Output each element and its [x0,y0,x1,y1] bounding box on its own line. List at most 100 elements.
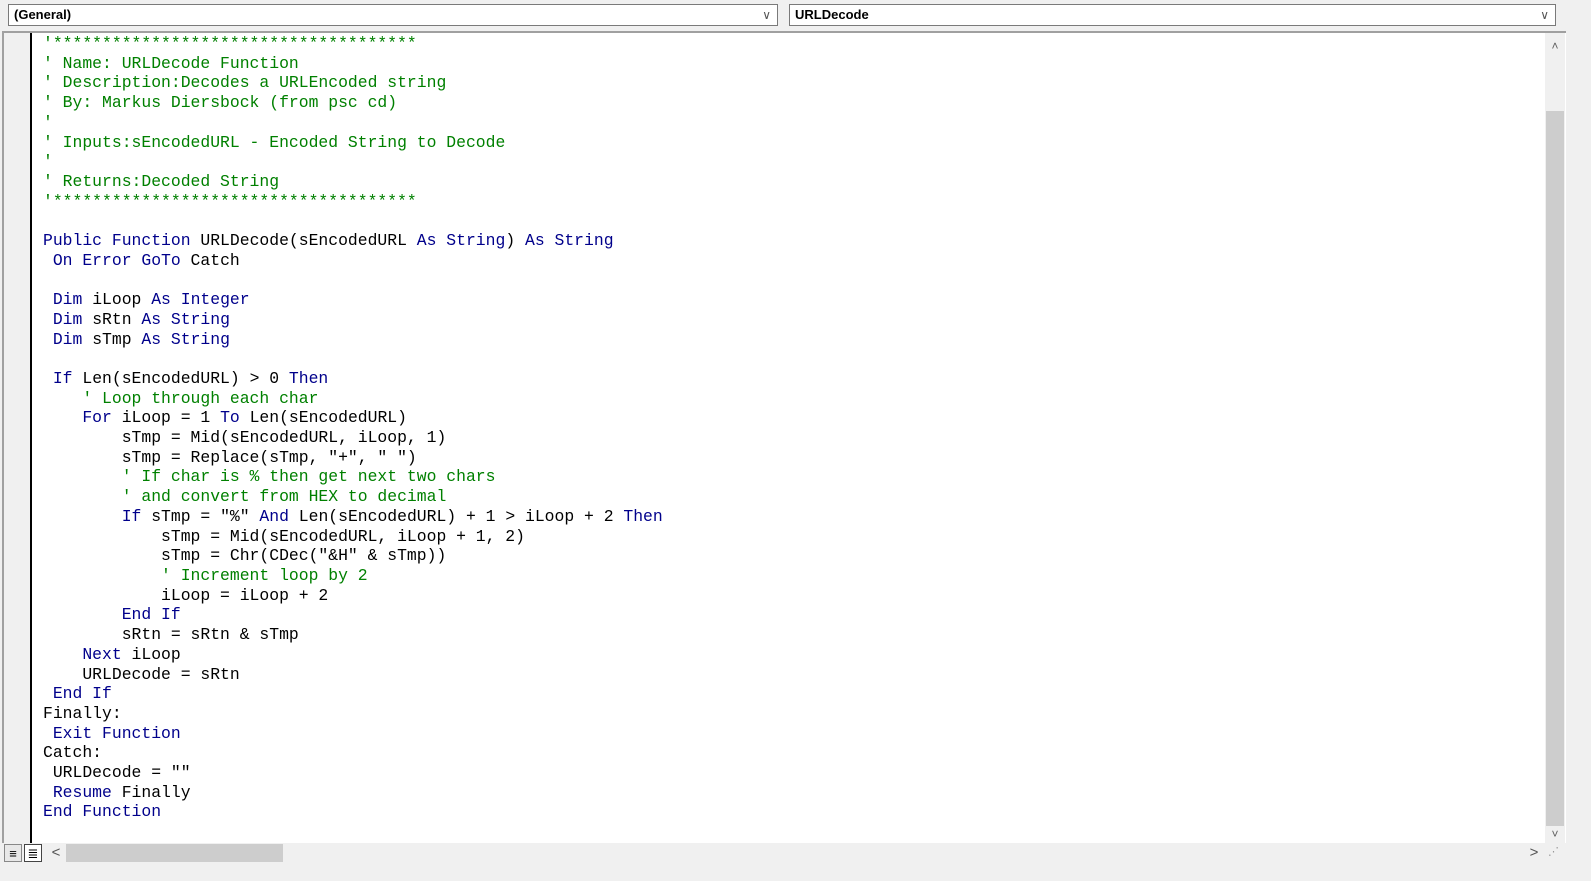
code-line: iLoop = iLoop + 2 [43,586,663,606]
procedure-combo[interactable]: URLDecode ∨ [789,4,1556,26]
horizontal-scrollbar[interactable]: ≡ ≣ < > ⋰ [0,843,1566,863]
code-line: If Len(sEncodedURL) > 0 Then [43,369,663,389]
code-line: Dim iLoop As Integer [43,290,663,310]
code-line: Public Function URLDecode(sEncodedURL As… [43,231,663,251]
vertical-scrollbar[interactable]: ˄ ˅ [1545,33,1565,843]
code-line: If sTmp = "%" And Len(sEncodedURL) + 1 >… [43,507,663,527]
code-line: Catch: [43,743,663,763]
code-token: Len(sEncodedURL) + 1 > iLoop + 2 [288,506,624,526]
code-token: iLoop [121,644,181,664]
code-token: sTmp [82,329,142,349]
code-line: End If [43,684,663,704]
code-line: Finally: [43,704,663,724]
code-line: ' Description:Decodes a URLEncoded strin… [43,73,663,93]
code-comment: ' Description:Decodes a URLEncoded strin… [43,73,447,93]
code-line: ' Inputs:sEncodedURL - Encoded String to… [43,133,663,153]
code-keyword: As String [416,231,506,251]
scroll-up-icon[interactable]: ˄ [1545,39,1565,53]
code-comment: ' Name: URLDecode Function [43,53,299,73]
code-keyword: As Integer [151,290,250,310]
code-token: URLDecode(sEncodedURL [190,231,417,251]
chevron-down-icon[interactable]: ∨ [1540,5,1549,25]
scroll-left-icon[interactable]: < [48,843,64,863]
code-token: URLDecode = sRtn [43,664,240,684]
code-line: ' Name: URLDecode Function [43,54,663,74]
code-keyword: Public Function [43,231,191,251]
code-token: ) [505,231,525,251]
code-line: For iLoop = 1 To Len(sEncodedURL) [43,408,663,428]
code-token: sRtn = sRtn & sTmp [43,625,299,645]
code-comment: '************************************* [43,191,417,211]
code-line: ' Loop through each char [43,389,663,409]
code-line: Next iLoop [43,645,663,665]
code-keyword: End If [43,605,181,625]
code-keyword: And [259,506,289,526]
code-comment: ' Increment loop by 2 [43,565,368,585]
code-comment: ' By: Markus Diersbock (from psc cd) [43,93,398,113]
code-text[interactable]: '************************************* ' … [43,34,663,822]
code-token: Catch: [43,743,103,763]
code-token: Finally [111,782,191,802]
code-line: End Function [43,802,663,822]
code-comment: ' [43,152,53,172]
code-line: URLDecode = "" [43,763,663,783]
code-keyword: On Error GoTo [43,250,181,270]
code-token: Finally: [43,703,122,723]
code-line: End If [43,605,663,625]
vertical-scroll-thumb[interactable] [1546,111,1564,826]
code-line: sRtn = sRtn & sTmp [43,625,663,645]
code-keyword: End Function [43,802,162,822]
code-line: ' Increment loop by 2 [43,566,663,586]
code-token: sTmp = Mid(sEncodedURL, iLoop, 1) [43,428,447,448]
code-line: Resume Finally [43,783,663,803]
margin-indicator-bar[interactable] [4,33,32,843]
code-comment: ' Inputs:sEncodedURL - Encoded String to… [43,132,506,152]
code-comment: ' and convert from HEX to decimal [43,487,447,507]
code-comment: ' If char is % then get next two chars [43,467,496,487]
code-comment: '************************************* [43,34,417,53]
scroll-down-icon[interactable]: ˅ [1545,827,1565,841]
horizontal-scroll-thumb[interactable] [66,844,283,862]
code-token: iLoop = 1 [111,408,221,428]
code-keyword: For [43,408,112,428]
full-module-view-button[interactable]: ≣ [24,844,42,862]
code-token: Len(sEncodedURL) [239,408,407,428]
code-token: iLoop = iLoop + 2 [43,585,329,605]
code-line: URLDecode = sRtn [43,665,663,685]
code-comment: ' Returns:Decoded String [43,171,280,191]
chevron-down-icon[interactable]: ∨ [762,5,771,25]
code-comment: ' [43,112,53,132]
object-combo-value: (General) [14,7,72,22]
procedure-view-button[interactable]: ≡ [4,844,22,862]
resize-grip-icon[interactable]: ⋰ [1548,845,1559,858]
code-line: ' If char is % then get next two chars [43,467,663,487]
code-keyword: Resume [43,782,112,802]
code-keyword: Next [43,644,122,664]
code-line: Dim sTmp As String [43,330,663,350]
code-keyword: Dim [43,309,83,329]
code-line: On Error GoTo Catch [43,251,663,271]
code-line: sTmp = Replace(sTmp, "+", " ") [43,448,663,468]
code-line: '************************************* [43,34,663,54]
code-token: Catch [180,250,240,270]
code-keyword: To [220,408,240,428]
scroll-right-icon[interactable]: > [1526,843,1542,863]
code-keyword: Then [623,506,663,526]
code-line: sTmp = Mid(sEncodedURL, iLoop, 1) [43,428,663,448]
code-token: Len(sEncodedURL) > 0 [72,368,289,388]
code-line: Dim sRtn As String [43,310,663,330]
code-line: ' Returns:Decoded String [43,172,663,192]
procedure-combo-value: URLDecode [795,7,869,22]
code-token: sTmp = "%" [141,506,260,526]
code-line: Exit Function [43,724,663,744]
code-token: sTmp = Replace(sTmp, "+", " ") [43,447,417,467]
object-combo[interactable]: (General) ∨ [8,4,778,26]
code-line: ' and convert from HEX to decimal [43,487,663,507]
code-line: ' [43,152,663,172]
code-keyword: As String [141,329,230,349]
code-editor[interactable]: '************************************* ' … [2,31,1566,843]
code-token: sTmp = Chr(CDec("&H" & sTmp)) [43,546,447,566]
